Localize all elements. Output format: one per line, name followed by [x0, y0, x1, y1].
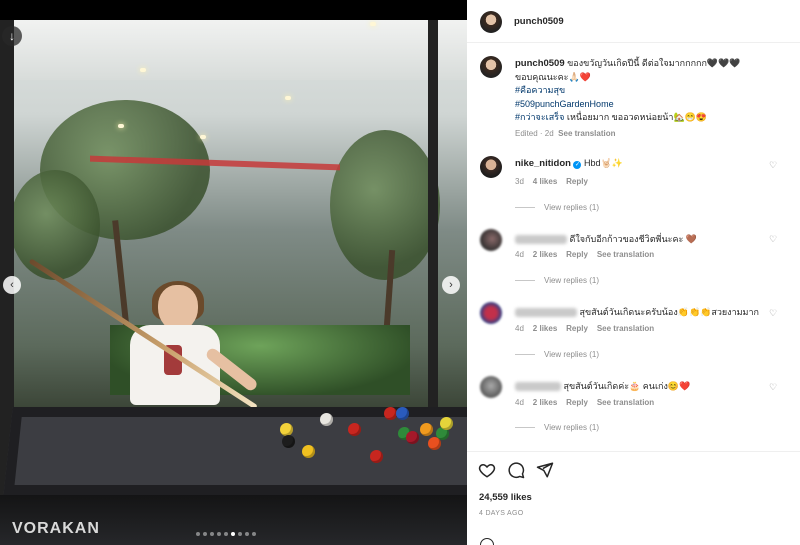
commenter-avatar[interactable]	[480, 376, 502, 398]
like-comment-heart-icon[interactable]: ♡	[769, 382, 779, 392]
caption-text: ของขวัญวันเกิดปีนี้ ดีต่อใจมากกกกก🖤🖤🖤	[567, 58, 741, 68]
pool-ball	[320, 413, 333, 426]
edited-label: Edited · 2d	[515, 128, 554, 138]
pool-ball	[282, 435, 295, 448]
ceiling-light	[118, 124, 124, 128]
post-photo[interactable]: VORAKAN	[0, 20, 467, 545]
caption: punch0509 ของขวัญวันเกิดปีนี้ ดีต่อใจมาก…	[515, 57, 785, 138]
reply-button[interactable]: Reply	[566, 250, 588, 259]
ceiling	[0, 20, 467, 80]
comment-time: 4d	[515, 250, 524, 259]
see-translation-link[interactable]: See translation	[597, 250, 654, 259]
see-translation-link[interactable]: See translation	[597, 398, 654, 407]
tree	[330, 130, 440, 280]
view-replies[interactable]: View replies (1)	[515, 423, 599, 432]
ceiling-light	[140, 68, 146, 72]
reply-button[interactable]: Reply	[566, 398, 588, 407]
pool-table: VORAKAN	[0, 395, 467, 545]
pool-ball	[370, 450, 383, 463]
comment-username[interactable]: nike_nitidon	[515, 158, 571, 169]
post-media: VORAKAN ↓ ‹ ›	[0, 0, 467, 545]
previous-arrow-icon[interactable]: ‹	[3, 276, 21, 294]
comment-time: 3d	[515, 177, 524, 186]
tree	[10, 170, 100, 280]
pool-ball	[406, 431, 419, 444]
caption-line-last: เหนื่อยมาก ขออวดหน่อยน้า🏡😁😍	[566, 112, 708, 122]
reply-button[interactable]: Reply	[566, 177, 588, 186]
comment-likes[interactable]: 2 likes	[533, 250, 557, 259]
hashtag[interactable]: #509punchGardenHome	[515, 99, 614, 109]
pool-ball	[428, 437, 441, 450]
commenter-avatar[interactable]	[480, 302, 502, 324]
pool-table-felt	[3, 407, 467, 497]
ceiling-light	[370, 22, 376, 26]
comment-time: 4d	[515, 398, 524, 407]
carousel-dot[interactable]	[252, 532, 256, 536]
caption-line-2: ขอบคุณนะคะ🙏🏻❤️	[515, 71, 591, 82]
pool-ball	[440, 417, 453, 430]
commenter-avatar[interactable]	[480, 156, 502, 178]
commenter-avatar[interactable]	[480, 229, 502, 251]
view-replies[interactable]: View replies (1)	[515, 276, 599, 285]
like-heart-icon[interactable]	[478, 461, 496, 479]
next-arrow-icon[interactable]: ›	[442, 276, 460, 294]
comment-likes[interactable]: 2 likes	[533, 398, 557, 407]
comment-likes[interactable]: 4 likes	[533, 177, 557, 186]
view-replies[interactable]: View replies (1)	[515, 203, 599, 212]
carousel-dot[interactable]	[217, 532, 221, 536]
pool-ball	[420, 423, 433, 436]
post-header: punch0509	[467, 0, 800, 43]
like-comment-heart-icon[interactable]: ♡	[769, 160, 779, 170]
pool-ball	[280, 423, 293, 436]
post-actions: 24,559 likes 4 DAYS AGO	[467, 451, 800, 545]
see-translation-link[interactable]: See translation	[597, 324, 654, 333]
hashtag[interactable]: #กว่าจะเสร็จ	[515, 112, 564, 122]
pool-ball	[302, 445, 315, 458]
table-brand: VORAKAN	[12, 520, 100, 537]
comment-likes[interactable]: 2 likes	[533, 324, 557, 333]
view-replies[interactable]: View replies (1)	[515, 350, 599, 359]
carousel-dot[interactable]	[196, 532, 200, 536]
comment-text: ดีใจกับอีกก้าวของชีวิตพี่นะคะ 🤎	[569, 234, 698, 244]
verified-badge-icon: ✓	[573, 161, 582, 169]
blurred-username[interactable]	[515, 308, 577, 318]
post-panel: punch0509 punch0509 ของขวัญวันเกิดปีนี้ …	[467, 0, 800, 545]
post-date: 4 DAYS AGO	[479, 510, 524, 517]
likes-count[interactable]: 24,559 likes	[479, 492, 532, 503]
comment-text: Hbd🤘🏻✨	[583, 158, 623, 168]
avatar[interactable]	[480, 11, 502, 33]
carousel-dot[interactable]	[231, 532, 235, 536]
download-icon[interactable]: ↓	[2, 26, 22, 46]
header-username[interactable]: punch0509	[514, 16, 564, 27]
like-comment-heart-icon[interactable]: ♡	[769, 308, 779, 318]
see-translation-link[interactable]: See translation	[558, 129, 615, 138]
carousel-dot[interactable]	[203, 532, 207, 536]
carousel-dot[interactable]	[210, 532, 214, 536]
comment-time: 4d	[515, 324, 524, 333]
blurred-username[interactable]	[515, 382, 561, 392]
like-comment-heart-icon[interactable]: ♡	[769, 234, 779, 244]
carousel-dot[interactable]	[224, 532, 228, 536]
comment-text: สุขสันต์วันเกิดนะครับน้อง👏👏👏สวยงามมาก	[579, 307, 759, 317]
share-icon[interactable]	[536, 461, 554, 479]
caption-avatar[interactable]	[480, 56, 502, 78]
comment-text: สุขสันต์วันเกิดค่ะ🎂 คนเก่ง😊❤️	[563, 381, 691, 391]
reply-button[interactable]: Reply	[566, 324, 588, 333]
pool-ball	[348, 423, 361, 436]
ceiling-light	[285, 96, 291, 100]
ceiling-light	[200, 135, 206, 139]
carousel-dot[interactable]	[238, 532, 242, 536]
carousel-dots	[196, 532, 256, 536]
hashtag[interactable]: #คือความสุข	[515, 85, 565, 95]
comment-icon[interactable]	[507, 461, 525, 479]
caption-username[interactable]: punch0509	[515, 58, 565, 69]
blurred-username[interactable]	[515, 235, 567, 245]
pool-ball	[396, 407, 409, 420]
carousel-dot[interactable]	[245, 532, 249, 536]
emoji-icon[interactable]	[480, 538, 494, 545]
